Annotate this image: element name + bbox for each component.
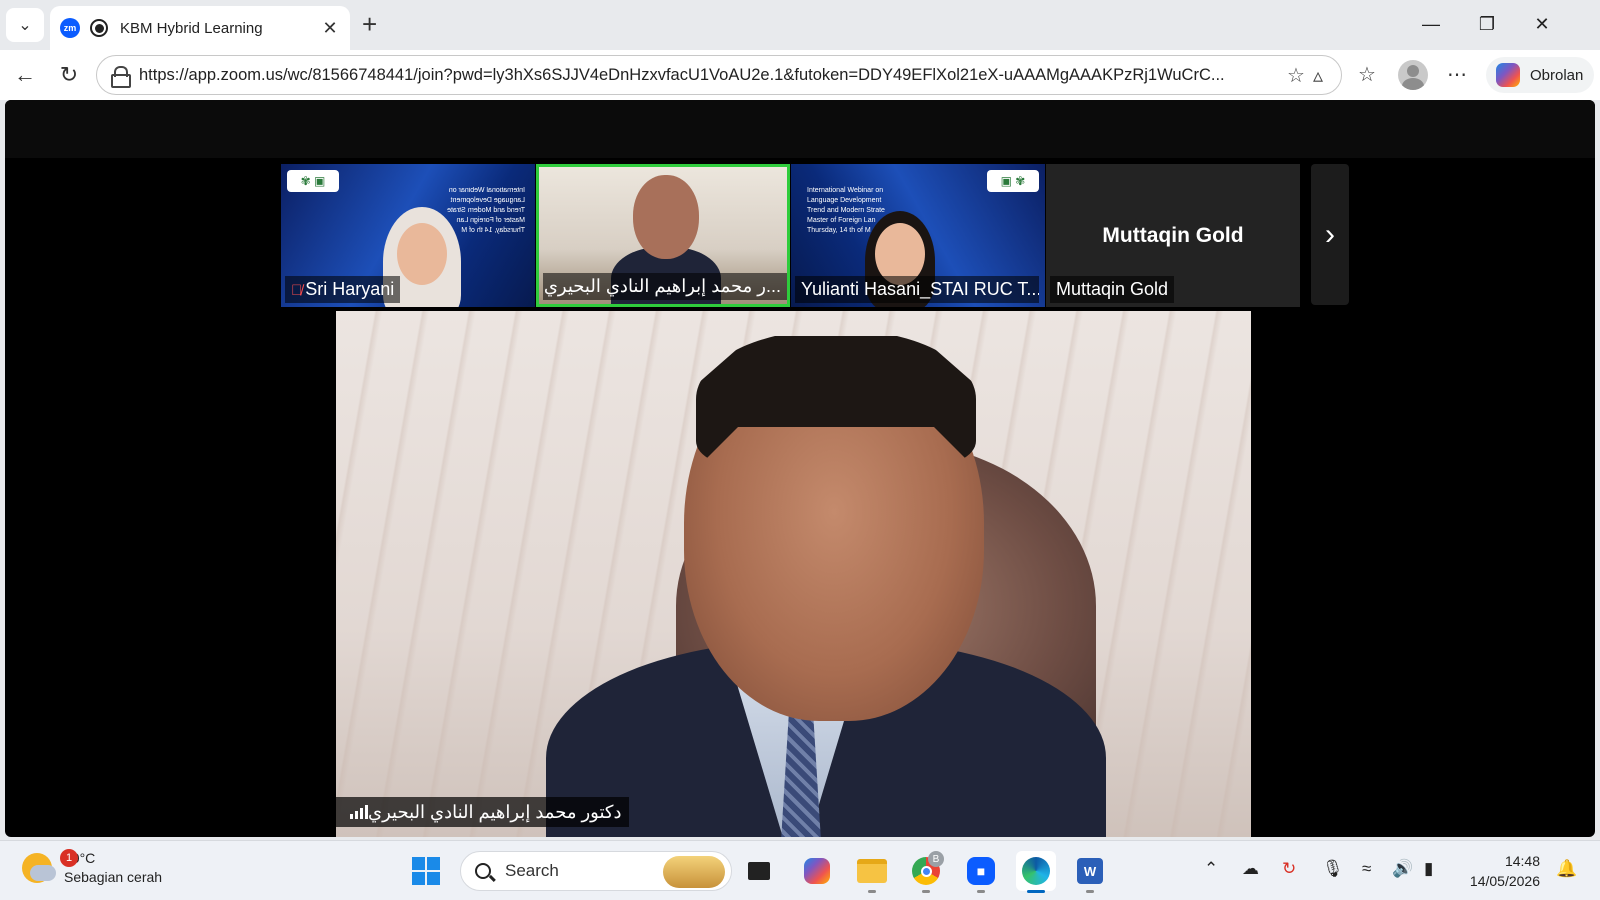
recording-icon [90,19,108,37]
minimize-icon[interactable]: — [1411,8,1451,40]
chevron-up-icon[interactable]: ⌃ [1204,859,1218,879]
main-speaker-name: دكتور محمد إبراهيم النادي البحيري [336,797,630,827]
search-highlight-image [663,856,725,888]
tab-title: KBM Hybrid Learning [120,19,263,37]
tab-strip: ⌄ zm KBM Hybrid Learning ✕ + — ❐ ✕ [0,0,1600,50]
more-icon[interactable]: ⋯ [1442,62,1472,87]
cloud-icon[interactable]: ☁ [1242,859,1259,879]
weather-widget[interactable]: 1 30°C Sebagian cerah [22,849,162,887]
mic-icon[interactable]: 🎙 [1322,859,1344,879]
participant-tile-sri-haryani[interactable]: ✾ ▣ International Webinar on Language De… [281,164,535,307]
volume-icon[interactable]: 🔊 [1392,859,1413,879]
participant-name: Yulianti Hasani_STAI RUC T... [795,276,1039,303]
meeting-top-bar [5,100,1595,158]
mic-muted-icon: 🎙̸ [291,282,303,299]
edge-icon[interactable] [1016,851,1056,893]
chrome-icon[interactable]: B [906,851,946,893]
weather-badge: 1 [60,849,78,867]
search-icon [475,863,491,879]
address-bar[interactable]: https://app.zoom.us/wc/81566748441/join?… [96,55,1342,95]
participant-avatar-name: Muttaqin Gold [1102,224,1244,247]
windows-taskbar: 1 30°C Sebagian cerah Search B ■ W ⌃ ☁ ↻… [0,840,1600,900]
copilot-button[interactable]: Obrolan [1486,57,1594,93]
tab-menu-icon[interactable]: ⌄ [6,8,44,42]
weather-temp: 30°C [64,850,96,866]
zoom-icon[interactable]: ■ [961,851,1001,893]
logo-badge: ▣ ✾ [987,170,1039,192]
window-close-icon[interactable]: ✕ [1522,8,1562,40]
reload-icon[interactable]: ↻ [53,59,85,91]
clock-time: 14:48 [1504,853,1540,869]
participant-tile-active-speaker[interactable]: ...ر محمد إبراهيم النادي البحيري [536,164,790,307]
browser-tab[interactable]: zm KBM Hybrid Learning ✕ [50,6,350,50]
windows-start-icon[interactable] [406,851,446,891]
task-view-icon[interactable] [739,851,779,891]
restore-icon[interactable]: ❐ [1467,8,1507,40]
chrome-profile-badge: B [928,851,944,867]
sync-icon[interactable]: ↻ [1282,859,1296,879]
url-text[interactable]: https://app.zoom.us/wc/81566748441/join?… [139,66,1279,85]
system-clock[interactable]: 14:48 14/05/2026 [1460,851,1540,891]
back-icon[interactable]: ← [9,59,41,91]
participant-name: 🎙̸ Sri Haryani [285,276,401,303]
camera-icon[interactable]: ▵ [1313,63,1323,88]
close-icon[interactable]: ✕ [318,18,342,39]
copilot-label: Obrolan [1530,66,1584,84]
search-label: Search [505,861,559,880]
weather-desc: Sebagian cerah [64,869,163,885]
main-speaker-video [336,311,1251,837]
new-tab-icon[interactable]: + [362,10,377,38]
weather-icon [22,853,56,883]
favorite-star-icon[interactable]: ☆ [1287,63,1305,88]
participant-name: ...ر محمد إبراهيم النادي البحيري [543,273,787,300]
browser-toolbar: ← ↻ https://app.zoom.us/wc/81566748441/j… [0,50,1600,100]
battery-icon[interactable]: ▮ [1424,859,1433,879]
file-explorer-icon[interactable] [852,851,892,893]
favorites-icon[interactable]: ☆ [1352,62,1382,87]
copilot-icon [1496,63,1520,87]
zoom-favicon-icon: zm [60,18,80,38]
profile-avatar[interactable] [1398,60,1428,90]
zoom-meeting-area: ✾ ▣ International Webinar on Language De… [5,100,1595,837]
notification-icon[interactable]: 🔔 [1556,859,1577,879]
signal-strength-icon [350,805,368,819]
word-icon[interactable]: W [1070,851,1110,893]
wifi-icon[interactable]: ≈ [1362,859,1371,879]
participant-name: Muttaqin Gold [1050,276,1175,303]
logo-badge: ✾ ▣ [287,170,339,192]
participant-tile-muttaqin-gold[interactable]: Muttaqin Gold Muttaqin Gold [1046,164,1300,307]
chevron-right-icon[interactable]: › [1311,164,1349,305]
taskbar-search[interactable]: Search [460,851,732,891]
copilot-icon[interactable] [797,851,837,891]
lock-icon[interactable] [111,66,131,88]
clock-date: 14/05/2026 [1469,873,1540,889]
participant-tile-yulianti[interactable]: ▣ ✾ International Webinar on Language De… [791,164,1045,307]
